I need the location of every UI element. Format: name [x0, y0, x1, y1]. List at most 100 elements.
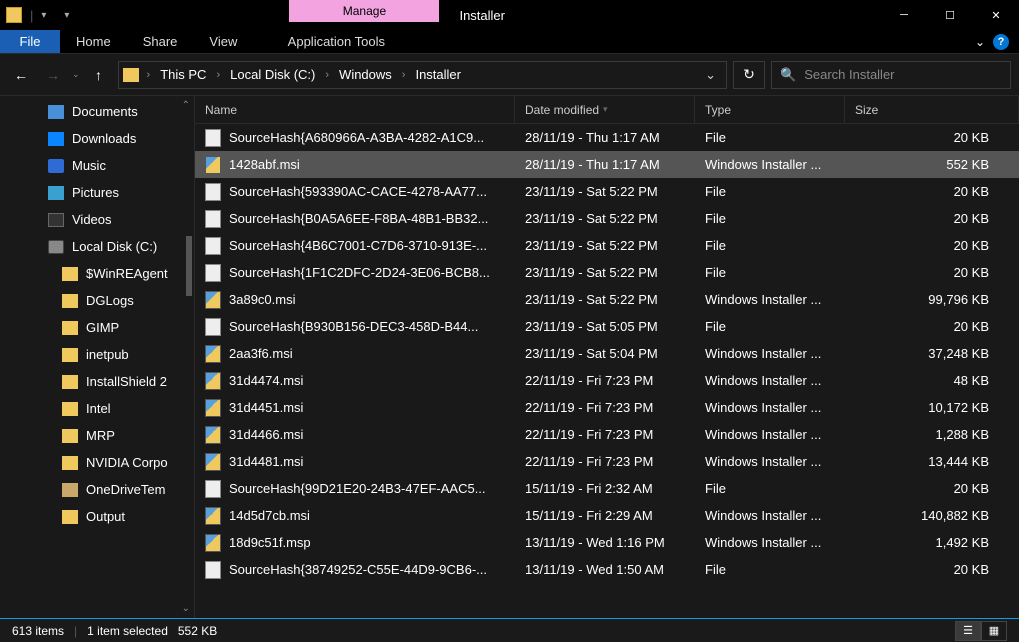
nav-back-button[interactable]: ← [8, 62, 34, 88]
file-type: Windows Installer ... [695, 157, 845, 172]
refresh-button[interactable]: ↻ [733, 61, 765, 89]
address-dropdown-icon[interactable]: ⌄ [699, 67, 722, 83]
file-row[interactable]: 3a89c0.msi23/11/19 - Sat 5:22 PMWindows … [195, 286, 1019, 313]
view-thumbnails-button[interactable]: ▦ [981, 621, 1007, 641]
file-row[interactable]: 31d4481.msi22/11/19 - Fri 7:23 PMWindows… [195, 448, 1019, 475]
file-row[interactable]: SourceHash{A680966A-A3BA-4282-A1C9...28/… [195, 124, 1019, 151]
sidebar-item[interactable]: $WinREAgent [0, 260, 194, 287]
help-icon[interactable]: ? [993, 34, 1009, 50]
sidebar-item[interactable]: InstallShield 2 [0, 368, 194, 395]
search-input[interactable] [804, 67, 1002, 82]
file-type: File [695, 130, 845, 145]
ribbon-expand-icon[interactable]: ⌄ [975, 35, 985, 49]
file-row[interactable]: 1428abf.msi 28/11/19 - Thu 1:17 AMWindows… [195, 151, 1019, 178]
file-row[interactable]: SourceHash{B0A5A6EE-F8BA-48B1-BB32...23/… [195, 205, 1019, 232]
column-header-date[interactable]: Date modified▾ [515, 96, 695, 123]
sidebar-item[interactable]: Pictures [0, 179, 194, 206]
file-icon [205, 210, 221, 228]
msi-file-icon [205, 399, 221, 417]
qat-dropdown-icon[interactable]: ▾ [41, 10, 46, 21]
file-row[interactable]: 31d4474.msi22/11/19 - Fri 7:23 PMWindows… [195, 367, 1019, 394]
file-row[interactable]: SourceHash{593390AC-CACE-4278-AA77...23/… [195, 178, 1019, 205]
scroll-up-icon[interactable]: ⌃ [182, 100, 190, 111]
sidebar-item[interactable]: Downloads [0, 125, 194, 152]
breadcrumb-segment[interactable]: Windows [333, 67, 398, 82]
sidebar-item[interactable]: Output [0, 503, 194, 530]
file-name: 1428abf.msi [229, 157, 300, 172]
tab-file[interactable]: File [0, 30, 60, 53]
sidebar-item[interactable]: MRP [0, 422, 194, 449]
sidebar-item[interactable]: Documents [0, 98, 194, 125]
sidebar-item[interactable]: Local Disk (C:) [0, 233, 194, 260]
file-type: File [695, 211, 845, 226]
nav-history-dropdown-icon[interactable]: ⌄ [72, 69, 80, 80]
ribbon-contextual-group: Manage [289, 0, 439, 30]
file-name: SourceHash{4B6C7001-C7D6-3710-913E-... [229, 238, 487, 253]
file-icon [205, 183, 221, 201]
breadcrumb-segment[interactable]: Installer [409, 67, 467, 82]
nav-forward-button[interactable]: → [40, 62, 66, 88]
close-button[interactable]: ✕ [973, 0, 1019, 30]
file-row[interactable]: 18d9c51f.msp13/11/19 - Wed 1:16 PMWindow… [195, 529, 1019, 556]
breadcrumb-segment[interactable]: Local Disk (C:) [224, 67, 321, 82]
chevron-right-icon[interactable]: › [400, 69, 408, 81]
file-name: SourceHash{38749252-C55E-44D9-9CB6-... [229, 562, 487, 577]
sidebar-item[interactable]: Music [0, 152, 194, 179]
file-row[interactable]: 14d5d7cb.msi15/11/19 - Fri 2:29 AMWindow… [195, 502, 1019, 529]
qat-overflow-icon[interactable]: ▾ [64, 10, 69, 21]
tab-share[interactable]: Share [127, 30, 194, 53]
chevron-right-icon[interactable]: › [145, 69, 153, 81]
qat-separator: | [30, 8, 33, 23]
file-row[interactable]: 31d4451.msi22/11/19 - Fri 7:23 PMWindows… [195, 394, 1019, 421]
chevron-right-icon[interactable]: › [323, 69, 331, 81]
sidebar-item-label: GIMP [86, 320, 119, 335]
sidebar-item[interactable]: GIMP [0, 314, 194, 341]
file-row[interactable]: SourceHash{1F1C2DFC-2D24-3E06-BCB8...23/… [195, 259, 1019, 286]
column-header-type[interactable]: Type [695, 96, 845, 123]
nav-pane[interactable]: ⌃ DocumentsDownloadsMusicPicturesVideos L… [0, 96, 195, 618]
sidebar-item[interactable]: Intel [0, 395, 194, 422]
tab-home[interactable]: Home [60, 30, 127, 53]
sidebar-item[interactable]: Videos [0, 206, 194, 233]
sidebar-item[interactable]: OneDriveTem [0, 476, 194, 503]
address-bar[interactable]: › This PC › Local Disk (C:) › Windows › … [118, 61, 727, 89]
sidebar-scrollbar[interactable] [186, 236, 192, 296]
maximize-button[interactable]: ☐ [927, 0, 973, 30]
sidebar-item[interactable]: inetpub [0, 341, 194, 368]
file-row[interactable]: 31d4466.msi22/11/19 - Fri 7:23 PMWindows… [195, 421, 1019, 448]
file-row[interactable]: SourceHash{38749252-C55E-44D9-9CB6-...13… [195, 556, 1019, 583]
view-details-button[interactable]: ☰ [955, 621, 981, 641]
tab-view[interactable]: View [193, 30, 253, 53]
file-size: 552 KB [845, 157, 1019, 172]
file-date: 22/11/19 - Fri 7:23 PM [515, 373, 695, 388]
file-type: File [695, 238, 845, 253]
file-date: 28/11/19 - Thu 1:17 AM [515, 157, 695, 172]
sidebar-item-label: Local Disk (C:) [72, 239, 157, 254]
search-icon: 🔍 [780, 67, 796, 83]
disk-icon [48, 240, 64, 254]
file-icon [205, 237, 221, 255]
column-header-size[interactable]: Size [845, 96, 1019, 123]
sidebar-item[interactable]: DGLogs [0, 287, 194, 314]
file-date: 22/11/19 - Fri 7:23 PM [515, 427, 695, 442]
scroll-down-icon[interactable]: ⌄ [182, 603, 190, 614]
file-name: 31d4451.msi [229, 400, 303, 415]
file-row[interactable]: SourceHash{99D21E20-24B3-47EF-AAC5...15/… [195, 475, 1019, 502]
folder-icon [62, 348, 78, 362]
search-box[interactable]: 🔍 [771, 61, 1011, 89]
file-row[interactable]: SourceHash{4B6C7001-C7D6-3710-913E-... 23… [195, 232, 1019, 259]
file-row[interactable]: SourceHash{B930B156-DEC3-458D-B44...23/1… [195, 313, 1019, 340]
sidebar-item[interactable]: NVIDIA Corpo [0, 449, 194, 476]
tab-application-tools[interactable]: Application Tools [261, 30, 411, 53]
file-type: Windows Installer ... [695, 400, 845, 415]
file-date: 23/11/19 - Sat 5:22 PM [515, 238, 695, 253]
column-header-name[interactable]: Name [195, 96, 515, 123]
file-row[interactable]: 2aa3f6.msi23/11/19 - Sat 5:04 PMWindows … [195, 340, 1019, 367]
file-name: SourceHash{1F1C2DFC-2D24-3E06-BCB8... [229, 265, 490, 280]
breadcrumb-segment[interactable]: This PC [154, 67, 212, 82]
chevron-right-icon[interactable]: › [214, 69, 222, 81]
nav-up-button[interactable]: ↑ [86, 62, 112, 88]
minimize-button[interactable]: ─ [881, 0, 927, 30]
msi-file-icon [205, 345, 221, 363]
file-date: 23/11/19 - Sat 5:05 PM [515, 319, 695, 334]
